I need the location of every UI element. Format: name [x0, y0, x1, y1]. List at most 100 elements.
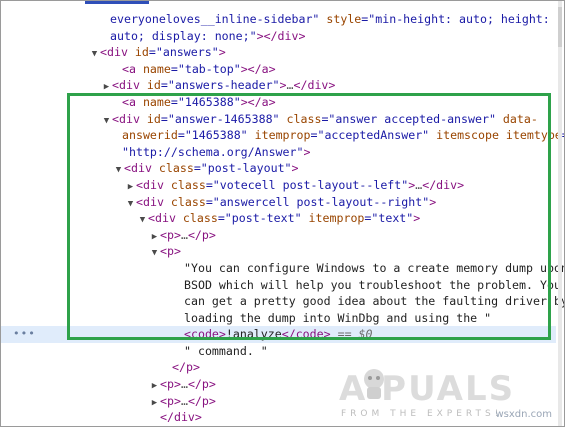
code-token-attr: data- — [495, 111, 538, 126]
code-token-attr: id — [139, 111, 161, 126]
code-token-tag: <p> — [160, 393, 181, 408]
dom-node-line[interactable]: ▼ <div id="answer-1465388" class="answer … — [1, 111, 556, 128]
dom-node-line[interactable]: <a name="1465388"></a> — [1, 94, 556, 111]
selected-node-marker[interactable]: ••• — [13, 326, 36, 343]
code-token-val: "acceptedAnswer" — [317, 128, 430, 143]
code-token-tag: </div> — [422, 177, 465, 192]
watermark: wsxdn.com — [495, 409, 552, 420]
dom-node-line[interactable]: BSOD which will help you troubleshoot th… — [1, 277, 561, 294]
code-token-ellipsis: … — [180, 393, 188, 408]
code-token-tag: > — [303, 144, 311, 159]
code-token-attr: class — [151, 161, 194, 176]
code-token-tag: </p> — [172, 360, 200, 375]
dom-node-line[interactable]: ▼ <div id="answers"> — [1, 44, 556, 61]
code-token-val: "votecell post-layout--left" — [212, 177, 409, 192]
code-token-tag: <div — [136, 194, 164, 209]
code-token-attr: name — [135, 61, 171, 76]
code-token-tag: <div — [136, 177, 164, 192]
code-token-tag: > — [429, 194, 437, 209]
code-token-eq: = — [170, 61, 178, 76]
code-token-tag: <a — [122, 94, 136, 109]
code-token-ellipsis: … — [180, 377, 188, 392]
code-token-tag: ></div> — [256, 28, 306, 43]
code-token-attr: answerid — [122, 128, 178, 143]
code-token-tag: </div> — [293, 78, 336, 93]
dom-node-line[interactable]: can get a pretty good idea about the fau… — [1, 293, 564, 310]
dom-node-line[interactable]: ▶ <div id="answers-header">…</div> — [1, 77, 556, 94]
code-token-val: "answercell post-layout--right" — [212, 194, 430, 209]
code-token-val: "post-text" — [224, 211, 302, 226]
dom-node-line[interactable]: ▼ <div class="post-text" itemprop="text"> — [1, 210, 556, 227]
code-token-tag: <div — [124, 161, 152, 176]
code-token-tag: </code> — [281, 327, 331, 342]
code-token-tag: <p> — [160, 377, 181, 392]
dom-node-line[interactable]: ▶ <div class="votecell post-layout--left"… — [1, 177, 556, 194]
code-token-attr: class — [175, 211, 218, 226]
code-token-txt: loading the dump into WinDbg and using t… — [184, 310, 492, 325]
code-token-val: "post-layout" — [200, 161, 292, 176]
code-token-eq: = — [160, 111, 168, 126]
code-token-val: "1465388" — [184, 128, 248, 143]
code-token-val: "text" — [371, 211, 414, 226]
code-token-val: everyoneloves__inline-sidebar" — [110, 12, 320, 26]
dom-node-line[interactable]: ••• <code>!analyze</code> == $0 — [1, 326, 556, 343]
code-token-ellipsis: … — [286, 78, 294, 93]
dom-node-line[interactable]: " command. " — [1, 343, 556, 360]
code-token-tag: </p> — [187, 377, 216, 392]
code-token-eq: = — [170, 94, 178, 109]
dom-node-line[interactable]: loading the dump into WinDbg and using t… — [1, 310, 556, 327]
code-token-tag: <div — [112, 111, 140, 126]
code-token-tag: ></a> — [240, 94, 276, 109]
code-token-attr: class — [279, 111, 322, 126]
dom-node-line[interactable]: answerid="1465388" itemprop="acceptedAns… — [1, 127, 564, 144]
logo-wordmark: A PUALS — [339, 369, 516, 409]
dom-node-line[interactable]: ▼ <div class="answercell post-layout--rig… — [1, 194, 556, 211]
dom-node-line[interactable]: everyoneloves__inline-sidebar" style="mi… — [1, 11, 556, 28]
code-token-attr: id — [139, 78, 161, 93]
code-token-dim: == $0 — [330, 327, 373, 342]
code-token-attr: class — [163, 177, 206, 192]
code-token-tag: <div — [112, 78, 140, 93]
vertical-scrollbar[interactable] — [558, 1, 562, 426]
code-token-attr: id — [127, 45, 149, 60]
code-token-eq: = — [217, 211, 225, 226]
code-token-txt: BSOD which will help you troubleshoot th… — [184, 277, 561, 292]
dom-node-line[interactable]: ▼ <p> — [1, 243, 556, 260]
code-token-tag: </p> — [187, 393, 216, 408]
code-token-attr: itemprop — [247, 128, 311, 143]
dom-node-line[interactable]: "You can configure Windows to a create m… — [1, 260, 564, 277]
code-token-tag: > — [413, 211, 421, 226]
code-token-eq: = — [177, 128, 185, 143]
code-token-tag: > — [279, 78, 287, 93]
code-token-val: auto; display: none;" — [110, 28, 257, 43]
code-token-ellipsis: … — [180, 227, 188, 242]
code-token-eq: = — [205, 177, 213, 192]
code-token-val: "min-height: auto; height: — [368, 12, 550, 26]
code-token-txt: "You can configure Windows to a create m… — [184, 260, 565, 275]
scrollbar-thumb[interactable] — [558, 7, 562, 47]
code-token-eq: = — [205, 194, 213, 209]
code-token-tag: <p> — [160, 227, 181, 242]
dom-node-line[interactable]: ▼ <div class="post-layout"> — [1, 160, 556, 177]
code-token-tag: ></a> — [240, 61, 276, 76]
logo-tagline: FROM THE EXPERTS! — [341, 409, 503, 419]
dom-node-line[interactable]: auto; display: none;"></div> — [1, 28, 556, 45]
code-token-eq: = — [148, 45, 156, 60]
code-token-eq: = — [193, 161, 201, 176]
code-token-tag: <p> — [160, 244, 181, 259]
code-token-tag: <div — [100, 45, 128, 60]
code-token-val: "http://schema.org/Answer" — [122, 144, 304, 159]
code-token-tag: </div> — [160, 410, 202, 425]
dom-node-line[interactable]: <a name="tab-top"></a> — [1, 61, 556, 78]
code-token-attr: itemscope itemtype — [429, 128, 562, 143]
dom-node-line[interactable]: "http://schema.org/Answer"> — [1, 144, 556, 161]
code-token-tag: </p> — [187, 227, 216, 242]
code-token-val: "1465388" — [177, 94, 241, 109]
code-token-attr: style — [319, 12, 362, 26]
code-token-val: "answers" — [155, 45, 219, 60]
code-token-attr: name — [135, 94, 171, 109]
dom-node-line[interactable]: ▶ <p>…</p> — [1, 227, 556, 244]
code-token-tag: <div — [148, 211, 176, 226]
code-token-val: "answer-1465388" — [167, 111, 280, 126]
code-token-val: "answer accepted-answer" — [328, 111, 496, 126]
